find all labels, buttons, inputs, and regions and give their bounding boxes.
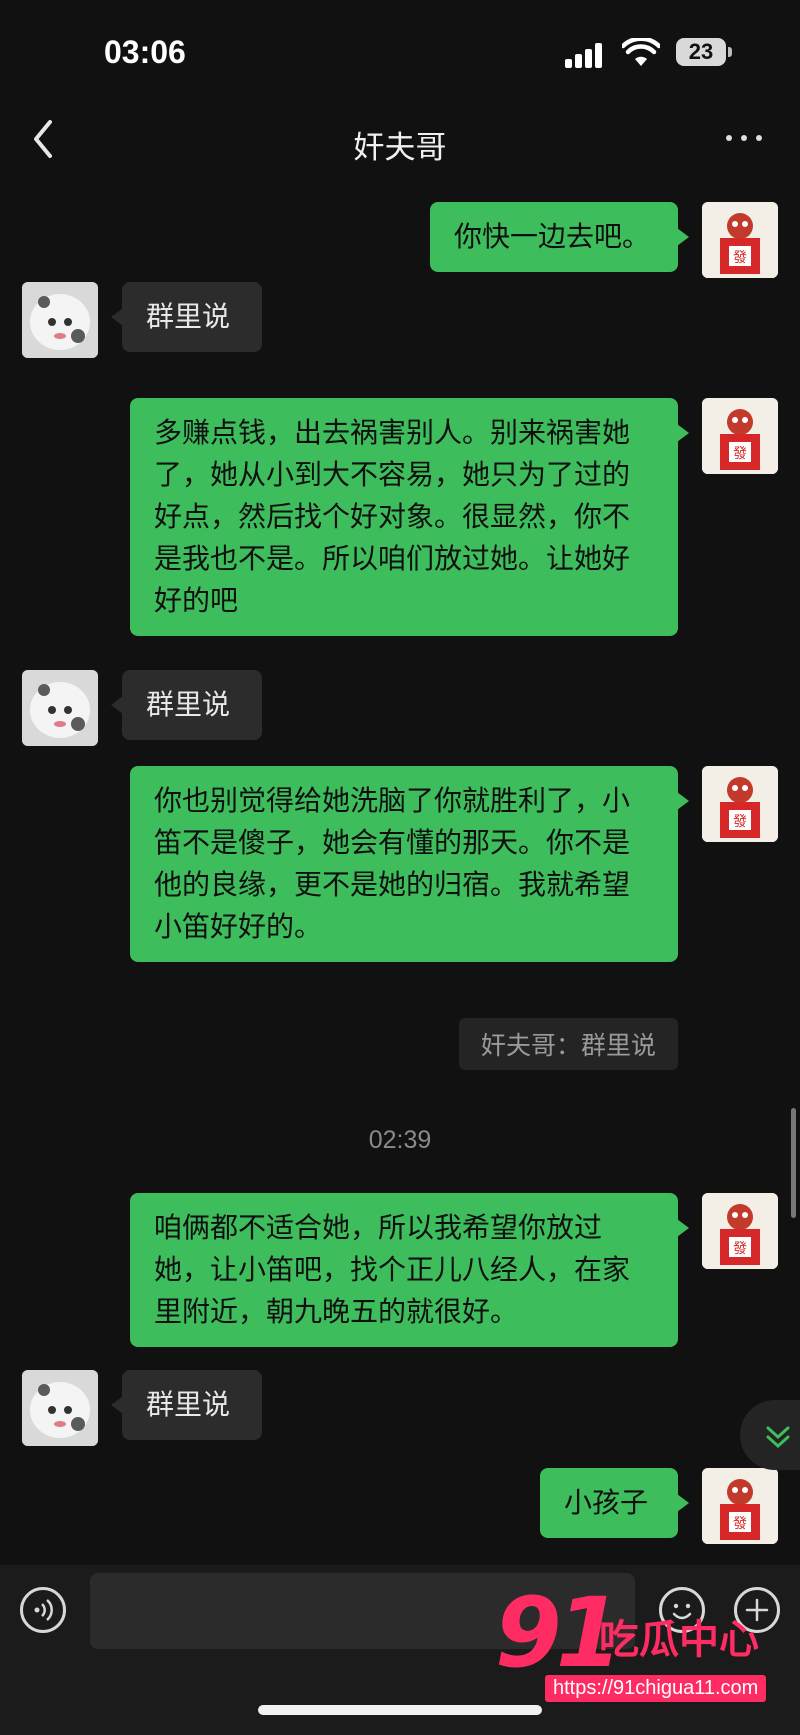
outgoing-message[interactable]: 小孩子 — [540, 1468, 689, 1538]
my-avatar[interactable]: 發 — [702, 766, 778, 842]
voice-input-button[interactable] — [20, 1587, 66, 1633]
battery-tip — [728, 47, 732, 57]
outgoing-message[interactable]: 多赚点钱，出去祸害别人。别来祸害她了，她从小到大不容易，她只为了过的好点，然后找… — [130, 398, 689, 636]
battery-indicator: 23 — [676, 38, 726, 66]
contact-avatar[interactable] — [22, 282, 98, 358]
contact-avatar[interactable] — [22, 670, 98, 746]
chat-header: 奸夫哥 — [0, 100, 800, 180]
svg-text:發: 發 — [733, 250, 747, 266]
outgoing-message[interactable]: 咱俩都不适合她，所以我希望你放过她，让小笛吧，找个正儿八经人，在家里附近，朝九晚… — [130, 1193, 689, 1347]
svg-text:發: 發 — [733, 814, 747, 830]
cellular-signal-icon — [565, 42, 605, 68]
scroll-down-icon — [766, 1426, 790, 1449]
status-bar: 03:06 23 — [0, 0, 800, 100]
outgoing-message[interactable]: 你快一边去吧。 — [430, 202, 689, 272]
message-list[interactable]: 你快一边去吧。 發 群里说 多赚点钱，出去祸害别人。别来祸害她了，她从小到大不容… — [0, 180, 800, 1565]
site-watermark: 91 吃瓜中心 https://91chigua11.com — [495, 1577, 785, 1715]
message-row: 小孩子 發 — [0, 1468, 800, 1548]
message-row: 群里说 — [0, 1370, 800, 1450]
my-avatar[interactable]: 發 — [702, 202, 778, 278]
watermark-name: 吃瓜中心 — [599, 1617, 759, 1663]
scrollbar[interactable] — [791, 1108, 796, 1218]
quoted-reference[interactable]: 奸夫哥：群里说 — [458, 1018, 678, 1070]
incoming-message[interactable]: 群里说 — [111, 670, 262, 740]
svg-text:發: 發 — [733, 446, 747, 462]
message-row: 你也别觉得给她洗脑了你就胜利了，小笛不是傻子，她会有懂的那天。你不是他的良缘，更… — [0, 766, 800, 976]
more-icon[interactable] — [726, 128, 766, 148]
voice-icon — [34, 1599, 53, 1621]
watermark-url: https://91chigua11.com — [545, 1675, 767, 1702]
message-row: 你快一边去吧。 發 — [0, 180, 800, 278]
message-row: 群里说 — [0, 280, 800, 360]
message-row: 多赚点钱，出去祸害别人。别来祸害她了，她从小到大不容易，她只为了过的好点，然后找… — [0, 376, 800, 636]
svg-text:發: 發 — [733, 1516, 747, 1532]
message-row: 咱俩都不适合她，所以我希望你放过她，让小笛吧，找个正儿八经人，在家里附近，朝九晚… — [0, 1193, 800, 1353]
wifi-icon — [622, 38, 660, 66]
my-avatar[interactable]: 發 — [702, 1193, 778, 1269]
status-time: 03:06 — [104, 34, 186, 70]
message-row: 群里说 — [0, 670, 800, 750]
incoming-message[interactable]: 群里说 — [111, 1370, 262, 1440]
incoming-message[interactable]: 群里说 — [111, 282, 262, 352]
contact-avatar[interactable] — [22, 1370, 98, 1446]
svg-text:發: 發 — [733, 1241, 747, 1257]
message-timestamp: 02:39 — [368, 1126, 432, 1154]
outgoing-message[interactable]: 你也别觉得给她洗脑了你就胜利了，小笛不是傻子，她会有懂的那天。你不是他的良缘，更… — [130, 766, 689, 962]
my-avatar[interactable]: 發 — [702, 1468, 778, 1544]
chat-title: 奸夫哥 — [353, 130, 447, 166]
my-avatar[interactable]: 發 — [702, 398, 778, 474]
